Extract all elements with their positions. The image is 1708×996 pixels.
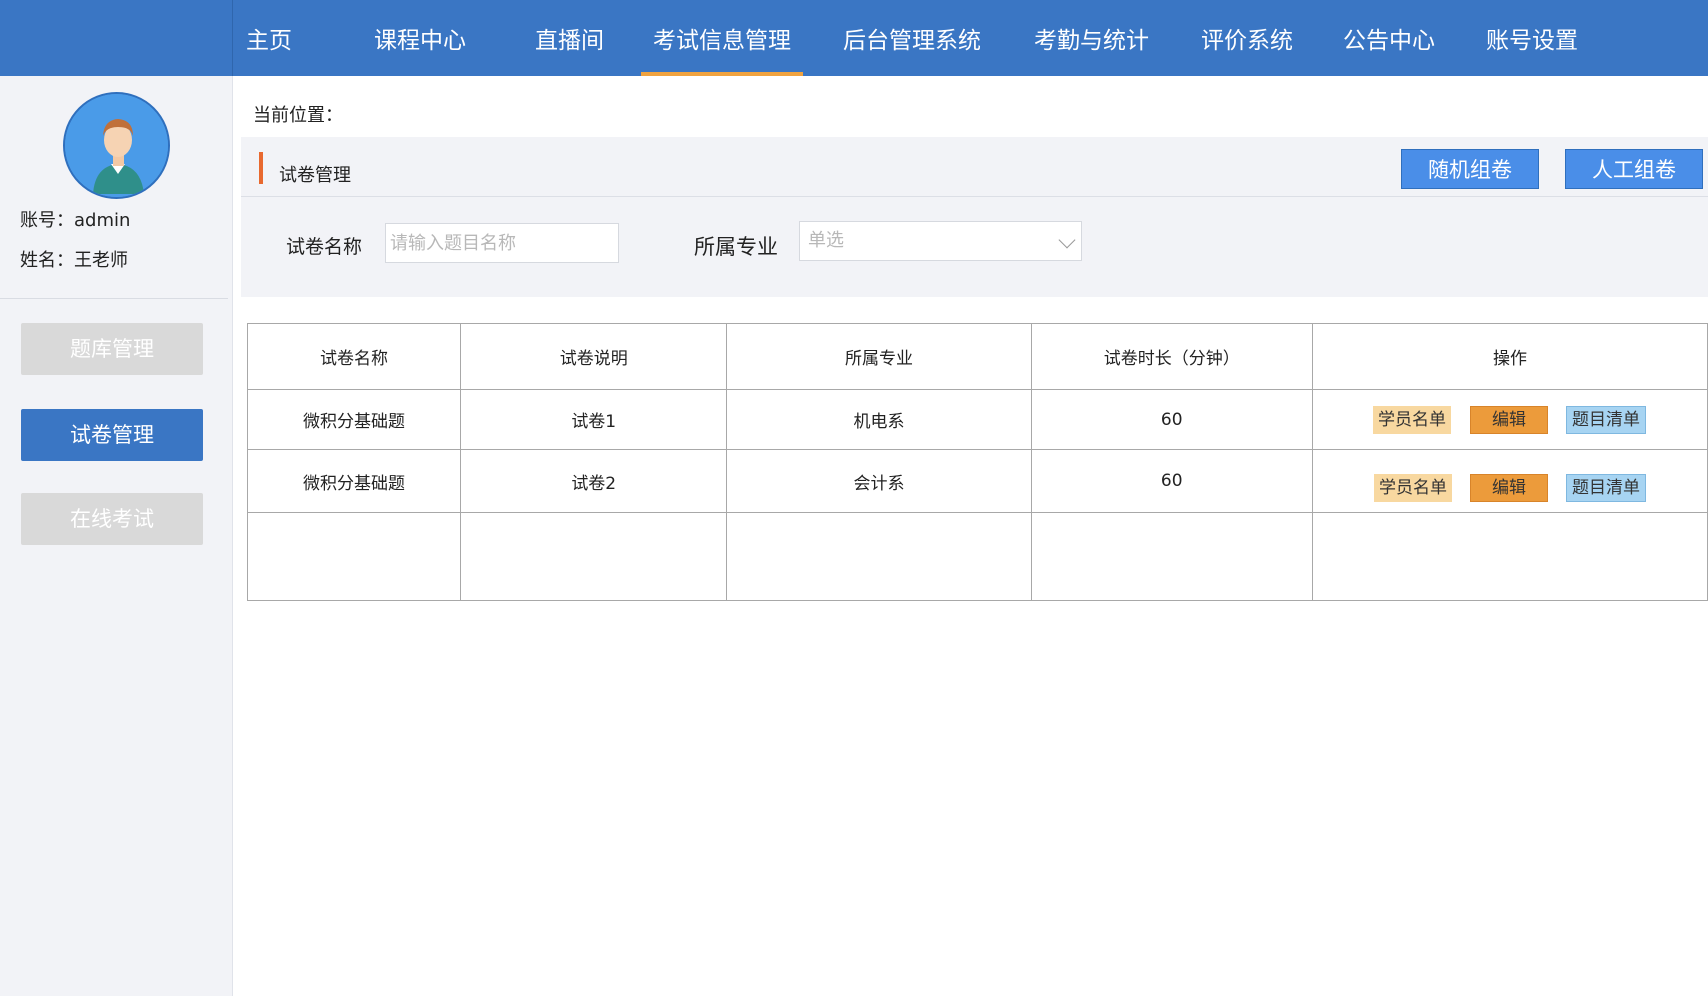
user-avatar-icon bbox=[65, 94, 168, 197]
cell-paper-name: 微积分基础题 bbox=[247, 389, 461, 450]
empty-cell bbox=[726, 512, 1032, 601]
empty-cell bbox=[1030, 512, 1313, 601]
empty-cell bbox=[1311, 512, 1708, 601]
nav-item-live[interactable]: 直播间 bbox=[535, 0, 604, 76]
panel-title: 试卷管理 bbox=[279, 165, 351, 186]
empty-cell bbox=[459, 512, 728, 601]
column-header-description: 试卷说明 bbox=[459, 323, 728, 390]
avatar bbox=[63, 92, 170, 199]
cell-actions: 学员名单 编辑 题目清单 bbox=[1311, 389, 1708, 450]
table-row-empty bbox=[247, 512, 1708, 601]
cell-paper-description: 试卷2 bbox=[459, 449, 728, 513]
account-info: 账号：admin bbox=[20, 210, 131, 231]
cell-actions: 学员名单 编辑 题目清单 bbox=[1311, 449, 1708, 513]
cell-major: 会计系 bbox=[726, 449, 1032, 513]
column-header-major: 所属专业 bbox=[726, 323, 1032, 390]
major-select[interactable]: 单选 bbox=[799, 221, 1082, 261]
cell-paper-description: 试卷1 bbox=[459, 389, 728, 450]
major-label: 所属专业 bbox=[694, 235, 778, 259]
student-list-button[interactable]: 学员名单 bbox=[1373, 474, 1452, 502]
paper-name-label: 试卷名称 bbox=[286, 236, 363, 258]
manual-compose-button[interactable]: 人工组卷 bbox=[1565, 149, 1703, 189]
panel-header: 试卷管理 随机组卷 人工组卷 bbox=[241, 137, 1708, 197]
cell-paper-name: 微积分基础题 bbox=[247, 449, 461, 513]
cell-duration: 60 bbox=[1030, 389, 1313, 450]
nav-item-courses[interactable]: 课程中心 bbox=[374, 0, 466, 76]
title-accent-bar bbox=[259, 152, 263, 184]
sidebar: 账号：admin 姓名：王老师 题库管理 试卷管理 在线考试 bbox=[0, 76, 233, 996]
sidebar-item-question-bank[interactable]: 题库管理 bbox=[21, 323, 203, 375]
question-list-button[interactable]: 题目清单 bbox=[1565, 405, 1646, 434]
sidebar-item-online-exam[interactable]: 在线考试 bbox=[21, 493, 203, 545]
table-row: 微积分基础题 试卷1 机电系 60 学员名单 编辑 题目清单 bbox=[247, 389, 1708, 450]
nav-item-evaluation[interactable]: 评价系统 bbox=[1201, 0, 1293, 76]
edit-button[interactable]: 编辑 bbox=[1469, 405, 1548, 434]
random-compose-button[interactable]: 随机组卷 bbox=[1401, 149, 1539, 189]
cell-major: 机电系 bbox=[726, 389, 1032, 450]
edit-button[interactable]: 编辑 bbox=[1469, 474, 1548, 502]
teacher-name-info: 姓名：王老师 bbox=[20, 250, 128, 271]
table-row: 微积分基础题 试卷2 会计系 60 学员名单 编辑 题目清单 bbox=[247, 449, 1708, 513]
sidebar-item-exam-papers[interactable]: 试卷管理 bbox=[21, 409, 203, 461]
top-nav-bar: 主页 课程中心 直播间 考试信息管理 后台管理系统 考勤与统计 评价系统 公告中… bbox=[0, 0, 1708, 76]
major-select-value: 单选 bbox=[808, 230, 844, 251]
chevron-down-icon bbox=[1058, 231, 1076, 249]
exam-paper-table: 试卷名称 试卷说明 所属专业 试卷时长（分钟） 操作 微积分基础题 试卷1 机电… bbox=[247, 323, 1708, 601]
filter-panel: 试卷管理 随机组卷 人工组卷 试卷名称 所属专业 单选 bbox=[241, 137, 1708, 297]
nav-item-exam-management[interactable]: 考试信息管理 bbox=[641, 0, 803, 76]
question-list-button[interactable]: 题目清单 bbox=[1565, 474, 1646, 502]
cell-duration: 60 bbox=[1030, 449, 1313, 513]
table-header-row: 试卷名称 试卷说明 所属专业 试卷时长（分钟） 操作 bbox=[247, 323, 1708, 390]
student-list-button[interactable]: 学员名单 bbox=[1372, 405, 1451, 434]
nav-item-attendance[interactable]: 考勤与统计 bbox=[1034, 0, 1149, 76]
column-header-actions: 操作 bbox=[1311, 323, 1708, 390]
nav-item-admin-system[interactable]: 后台管理系统 bbox=[843, 0, 981, 76]
nav-item-account-settings[interactable]: 账号设置 bbox=[1486, 0, 1578, 76]
brand-area bbox=[0, 0, 233, 76]
column-header-name: 试卷名称 bbox=[247, 323, 461, 390]
empty-cell bbox=[247, 512, 461, 601]
sidebar-divider bbox=[0, 298, 228, 299]
nav-item-announcements[interactable]: 公告中心 bbox=[1343, 0, 1435, 76]
paper-name-input[interactable] bbox=[385, 223, 619, 263]
column-header-duration: 试卷时长（分钟） bbox=[1030, 323, 1313, 390]
breadcrumb: 当前位置： bbox=[253, 105, 343, 126]
nav-item-home[interactable]: 主页 bbox=[246, 0, 292, 76]
